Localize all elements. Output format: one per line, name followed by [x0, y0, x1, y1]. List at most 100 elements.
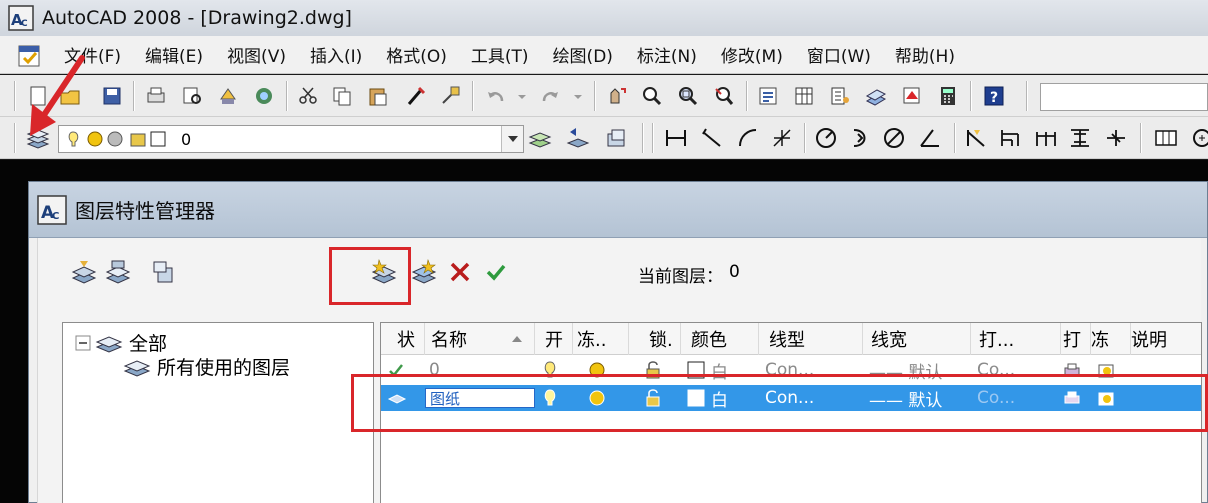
toolbar-separator	[746, 81, 748, 111]
col-on[interactable]: 开	[535, 323, 573, 355]
copy-icon[interactable]	[330, 84, 354, 108]
toolbar-separator	[594, 81, 596, 111]
layer-states-manager-icon[interactable]	[150, 258, 178, 286]
col-lock[interactable]: 锁.	[629, 323, 681, 355]
make-object-layer-current-icon[interactable]	[528, 126, 552, 150]
linear-dimension-icon[interactable]	[664, 126, 688, 150]
col-freeze[interactable]: 冻..	[573, 323, 629, 355]
save-icon[interactable]	[100, 84, 124, 108]
redo-dropdown-icon[interactable]	[566, 84, 590, 108]
plot-preview-icon[interactable]	[180, 84, 204, 108]
publish-icon[interactable]	[216, 84, 240, 108]
set-current-layer-icon[interactable]	[482, 258, 510, 286]
aligned-dimension-icon[interactable]	[700, 126, 724, 150]
baseline-dimension-icon[interactable]	[998, 126, 1022, 150]
col-color[interactable]: 颜色	[681, 323, 759, 355]
col-description[interactable]: 说明	[1131, 323, 1201, 355]
undo-dropdown-icon[interactable]	[510, 84, 534, 108]
tree-node-all-used-layers[interactable]: 所有使用的图层	[123, 353, 290, 380]
menu-dimension[interactable]: 标注(N)	[625, 42, 709, 67]
help-icon[interactable]: ?	[982, 84, 1006, 108]
autocad-logo-icon: A C	[37, 194, 67, 225]
new-property-filter-icon[interactable]	[70, 258, 98, 286]
dialog-title-bar[interactable]: A C 图层特性管理器	[29, 182, 1207, 238]
menu-format[interactable]: 格式(O)	[374, 42, 459, 67]
print-icon[interactable]	[144, 84, 168, 108]
jogged-dimension-icon[interactable]	[848, 126, 872, 150]
menu-view[interactable]: 视图(V)	[215, 42, 298, 67]
menu-bar: 文件(F) 编辑(E) 视图(V) 插入(I) 格式(O) 工具(T) 绘图(D…	[0, 36, 1208, 74]
dimension-break-icon[interactable]	[1104, 126, 1128, 150]
toolbar-grip[interactable]	[14, 123, 16, 153]
layer-states-icon[interactable]	[604, 126, 628, 150]
menu-window[interactable]: 窗口(W)	[795, 42, 883, 67]
dialog-title: 图层特性管理器	[75, 199, 215, 223]
col-linetype[interactable]: 线型	[759, 323, 863, 355]
zoom-window-icon[interactable]	[676, 84, 700, 108]
col-lineweight[interactable]: 线宽	[863, 323, 971, 355]
menu-modify[interactable]: 修改(M)	[709, 42, 795, 67]
markup-set-manager-icon[interactable]	[900, 84, 924, 108]
layer-filter-tree: 全部 所有使用的图层	[62, 322, 374, 503]
menu-help[interactable]: 帮助(H)	[883, 42, 967, 67]
layer-properties-manager-dialog: A C 图层特性管理器 当前图层： 0 全部 所有使用的图层 状 名称 开 冻.…	[28, 181, 1208, 503]
menu-draw[interactable]: 绘图(D)	[541, 42, 625, 67]
continue-dimension-icon[interactable]	[1034, 126, 1058, 150]
quickcalc-icon[interactable]	[936, 84, 960, 108]
col-plot[interactable]: 打	[1061, 323, 1091, 355]
design-center-icon[interactable]	[792, 84, 816, 108]
arc-length-icon[interactable]	[736, 126, 760, 150]
tree-node-all[interactable]: 全部	[75, 329, 167, 356]
standard-toolbar: ?	[0, 75, 1208, 117]
dimension-space-icon[interactable]	[1068, 126, 1092, 150]
col-plot-style[interactable]: 打...	[971, 323, 1061, 355]
redo-icon[interactable]	[538, 84, 562, 108]
zoom-realtime-icon[interactable]	[640, 84, 664, 108]
toolbar-separator	[133, 81, 135, 111]
sheet-set-manager-icon[interactable]	[864, 84, 888, 108]
toolbar-separator	[472, 81, 474, 111]
pan-realtime-icon[interactable]	[604, 84, 628, 108]
delete-layer-icon[interactable]	[446, 258, 474, 286]
menu-edit[interactable]: 编辑(E)	[133, 42, 215, 67]
cut-icon[interactable]	[296, 84, 320, 108]
layer-control-combo[interactable]: 0	[58, 125, 524, 153]
col-vp-freeze[interactable]: 冻	[1091, 323, 1131, 355]
menu-tools[interactable]: 工具(T)	[459, 42, 541, 67]
tool-palettes-icon[interactable]	[828, 84, 852, 108]
properties-icon[interactable]	[756, 84, 780, 108]
current-layer-indicator: 当前图层： 0	[638, 262, 740, 287]
new-layer-vp-frozen-icon[interactable]	[410, 258, 438, 286]
angular-dimension-icon[interactable]	[918, 126, 942, 150]
window-title: AutoCAD 2008 - [Drawing2.dwg]	[42, 7, 352, 29]
menu-insert[interactable]: 插入(I)	[298, 42, 374, 67]
svg-text:?: ?	[990, 90, 998, 106]
toolbar-grip[interactable]	[652, 123, 654, 153]
zoom-previous-icon[interactable]	[712, 84, 736, 108]
new-group-filter-icon[interactable]	[104, 258, 132, 286]
ordinate-dimension-icon[interactable]	[770, 126, 794, 150]
toolbar-separator	[286, 81, 288, 111]
toolbar-separator	[1140, 123, 1142, 153]
layer-dropdown-arrow-icon[interactable]	[501, 126, 523, 152]
collapse-toggle-icon[interactable]	[75, 335, 91, 351]
quick-dimension-icon[interactable]	[964, 126, 988, 150]
3d-dwf-icon[interactable]	[252, 84, 276, 108]
center-mark-icon[interactable]	[1188, 126, 1208, 150]
col-status[interactable]: 状	[381, 323, 425, 355]
block-editor-icon[interactable]	[438, 84, 462, 108]
layer-stack-icon	[123, 359, 151, 377]
match-properties-icon[interactable]	[404, 84, 428, 108]
toolbar-separator	[954, 123, 956, 153]
undo-icon[interactable]	[484, 84, 508, 108]
layer-previous-icon[interactable]	[566, 126, 590, 150]
toolbar-separator	[1026, 81, 1028, 111]
diameter-dimension-icon[interactable]	[882, 126, 906, 150]
radius-dimension-icon[interactable]	[814, 126, 838, 150]
autocad-logo-icon: A C	[8, 5, 34, 31]
svg-text:C: C	[52, 211, 59, 222]
tolerance-icon[interactable]	[1154, 126, 1178, 150]
workspace-combo[interactable]	[1040, 83, 1208, 111]
paste-icon[interactable]	[366, 84, 390, 108]
toolbar-grip[interactable]	[14, 81, 16, 111]
